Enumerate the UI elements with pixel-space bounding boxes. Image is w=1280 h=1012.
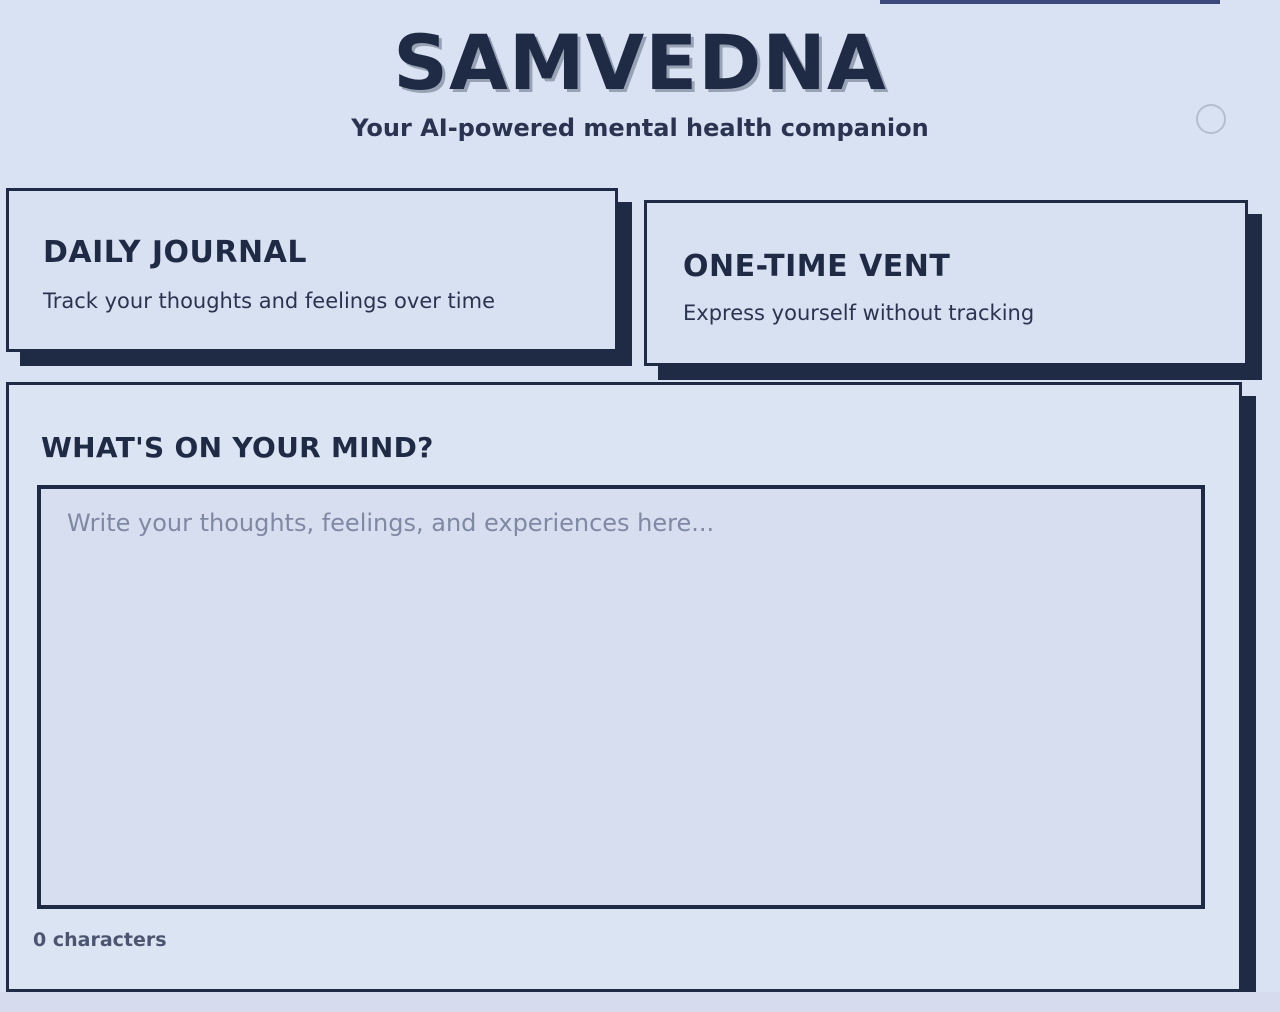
journal-entry-input[interactable] xyxy=(37,485,1205,909)
daily-journal-description: Track your thoughts and feelings over ti… xyxy=(43,289,496,313)
daily-journal-card[interactable]: DAILY JOURNAL Track your thoughts and fe… xyxy=(6,188,618,352)
app-tagline: Your AI-powered mental health companion xyxy=(351,114,929,142)
app-title: SAMVEDNA xyxy=(393,18,887,107)
daily-journal-title: DAILY JOURNAL xyxy=(43,235,307,270)
journal-entry-heading: WHAT'S ON YOUR MIND? xyxy=(41,431,434,464)
top-strip xyxy=(880,0,1220,4)
one-time-vent-description: Express yourself without tracking xyxy=(683,301,1035,325)
app-page: SAMVEDNA Your AI-powered mental health c… xyxy=(0,0,1280,1012)
one-time-vent-title: ONE-TIME VENT xyxy=(683,249,951,284)
journal-entry-panel: WHAT'S ON YOUR MIND? 0 characters xyxy=(6,382,1242,992)
character-count: 0 characters xyxy=(33,929,167,951)
one-time-vent-card[interactable]: ONE-TIME VENT Express yourself without t… xyxy=(644,200,1248,366)
bottom-bar xyxy=(0,992,1280,1012)
circle-icon xyxy=(1196,104,1226,134)
